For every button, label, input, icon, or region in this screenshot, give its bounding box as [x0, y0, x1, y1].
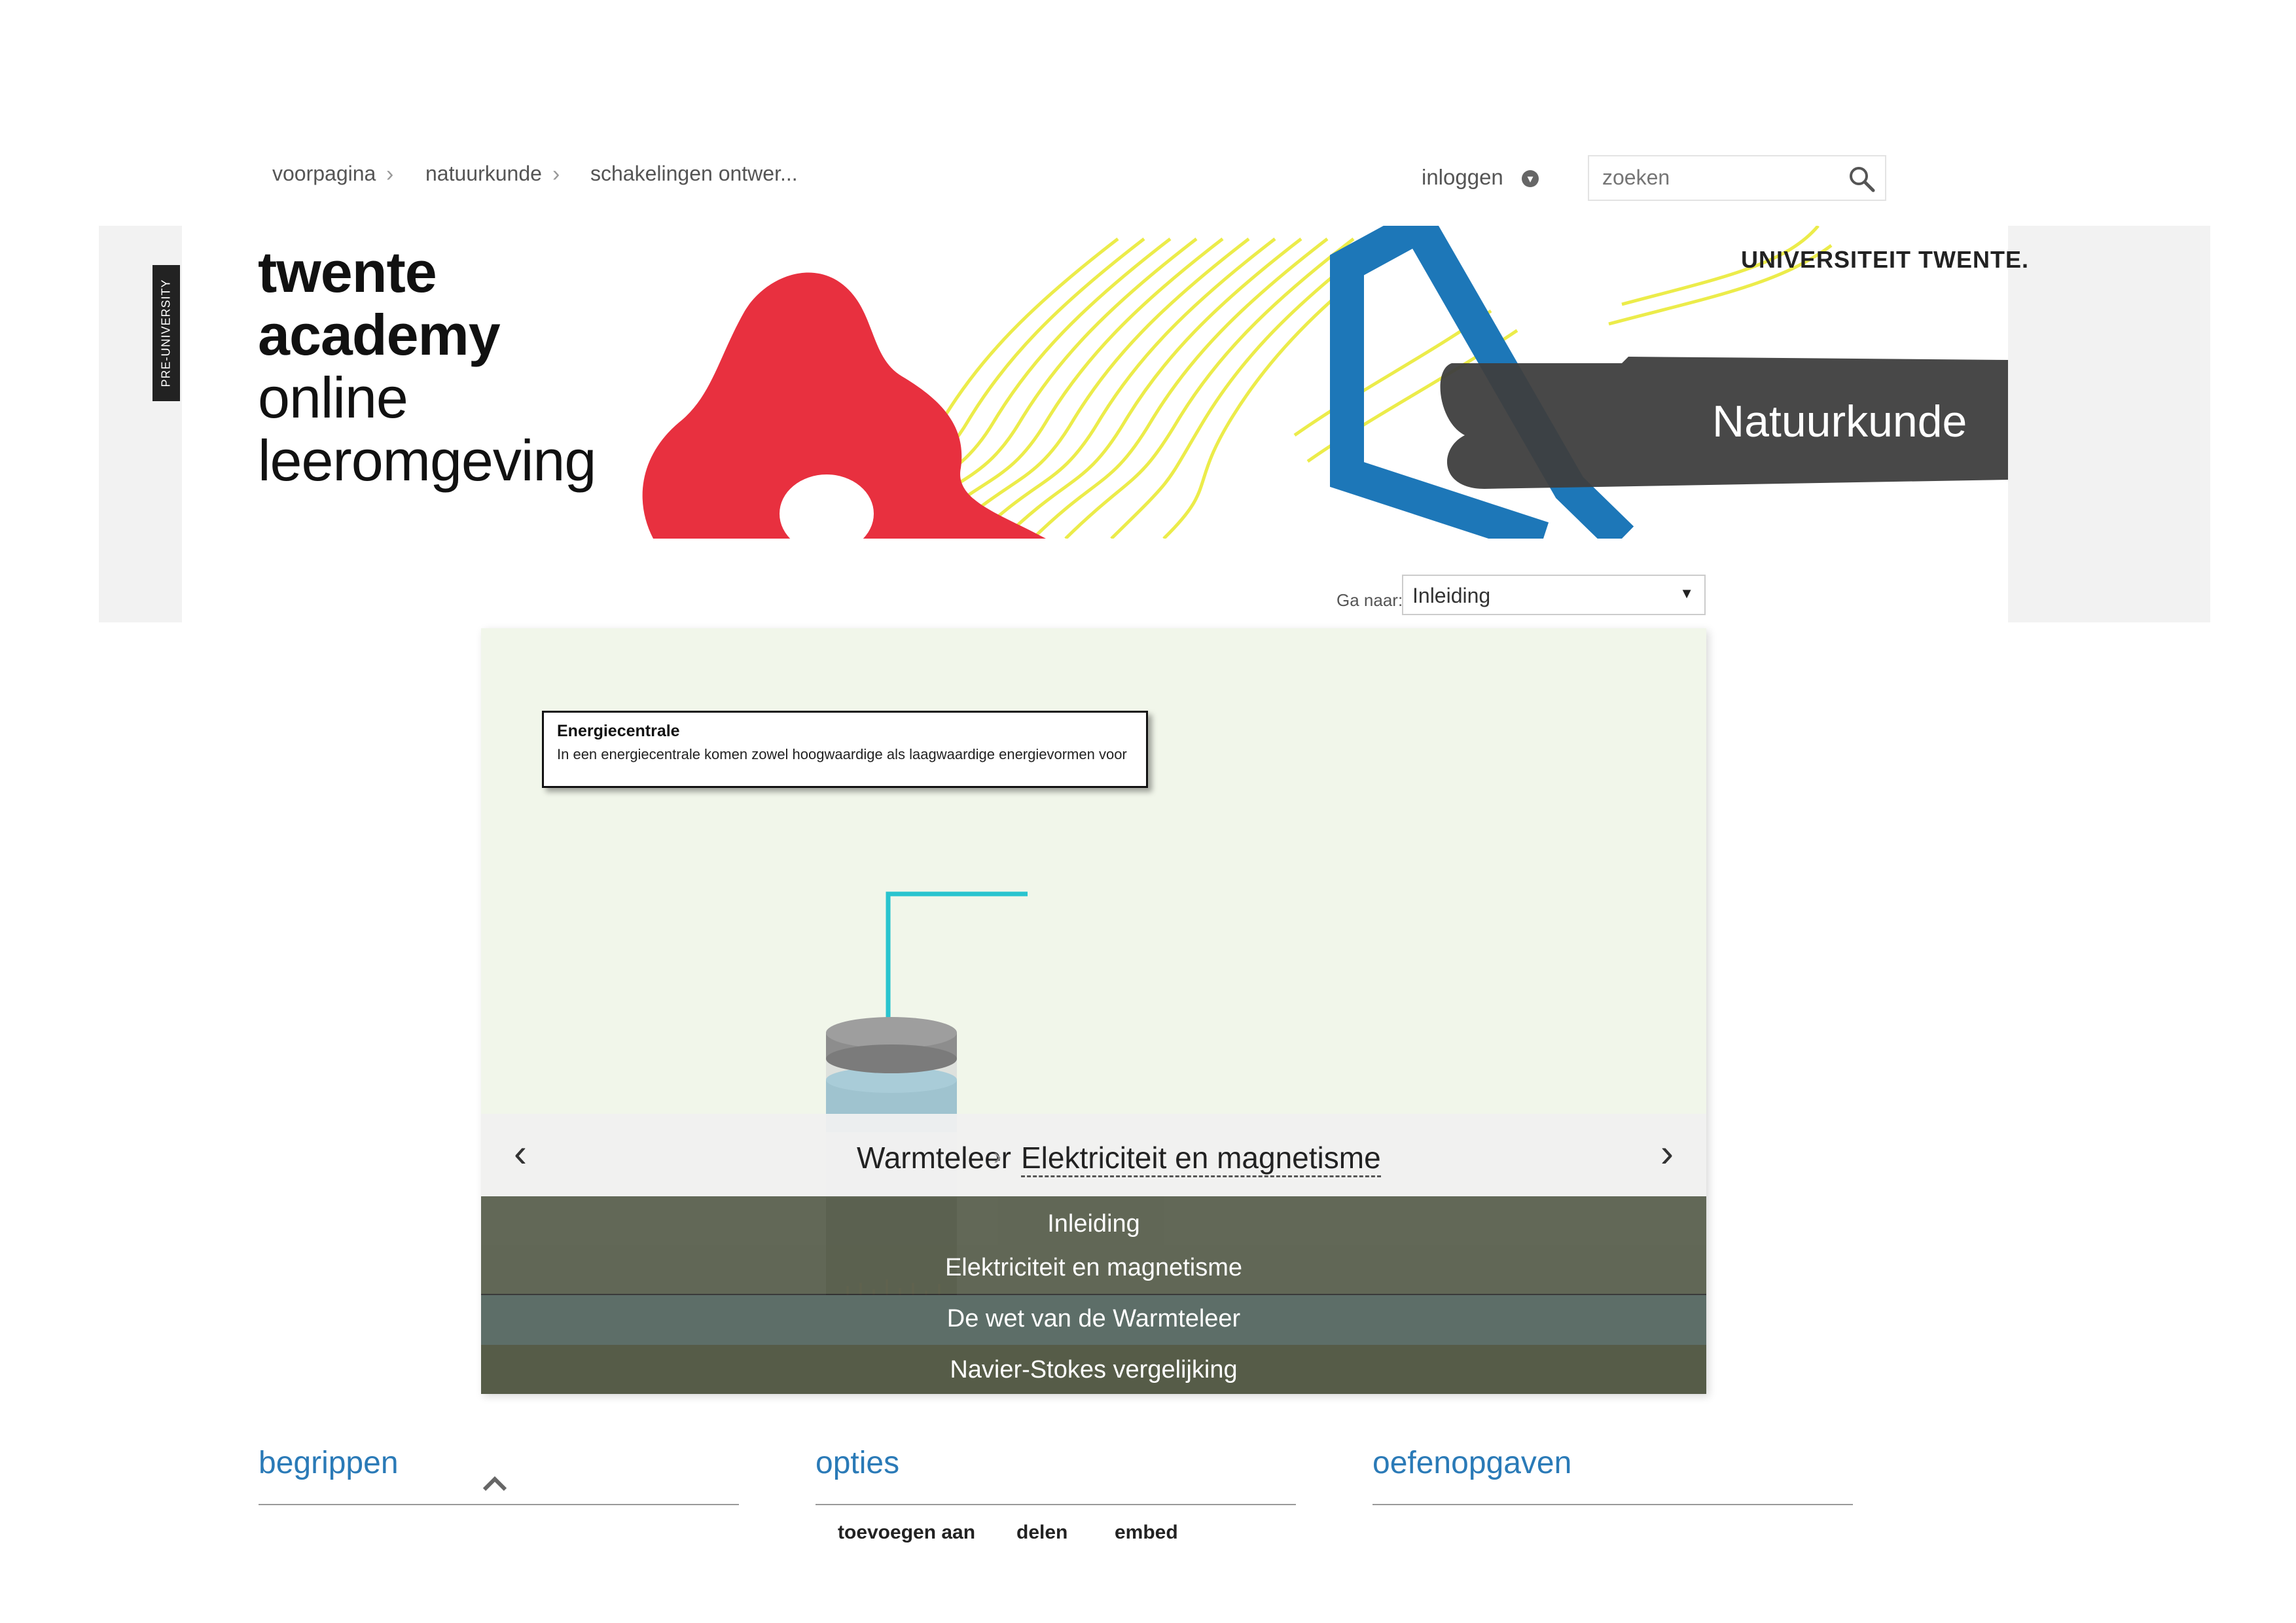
banner-lower-area [182, 539, 2008, 622]
section-title-oefenopgaven[interactable]: oefenopgaven [1372, 1445, 1571, 1481]
subject-title: Natuurkunde [1712, 397, 1967, 446]
university-logo: UNIVERSITEIT TWENTE. [1741, 246, 2030, 273]
goto-selected-value: Inleiding [1412, 584, 1491, 607]
section-title-begrippen[interactable]: begrippen [259, 1445, 399, 1481]
chevron-up-icon[interactable] [480, 1470, 509, 1499]
nav-crumb-warmteleer[interactable]: Warmteleer [857, 1140, 1011, 1175]
chevron-right-icon[interactable]: › [1660, 1133, 1674, 1173]
brand-title-line3: online [258, 365, 408, 430]
chevron-right-icon: › [994, 1143, 1001, 1169]
goto-label: Ga naar: [1336, 590, 1403, 610]
breadcrumb-natuurkunde[interactable]: natuurkunde [425, 162, 542, 186]
option-share[interactable]: delen [1016, 1522, 1067, 1544]
search-box [1588, 155, 1886, 201]
menu-item-warmteleer[interactable]: De wet van de Warmteleer [481, 1295, 1706, 1345]
brand-title-line2: academy [258, 302, 501, 367]
chevron-left-icon[interactable]: ‹ [514, 1133, 527, 1173]
breadcrumb-current[interactable]: schakelingen ontwer... [590, 162, 798, 186]
option-add-to[interactable]: toevoegen aan [838, 1522, 975, 1544]
section-title-opties[interactable]: opties [816, 1445, 899, 1481]
chapter-navbar: ‹ Warmteleer › Elektriciteit en magnetis… [481, 1114, 1706, 1196]
chevron-down-icon[interactable]: ▾ [1522, 170, 1539, 187]
option-embed[interactable]: embed [1115, 1522, 1178, 1544]
info-tooltip: Energiecentrale In een energiecentrale k… [542, 711, 1148, 788]
simulation-viewer[interactable]: Energiecentrale In een energiecentrale k… [481, 628, 1706, 1394]
divider [259, 1504, 739, 1505]
brand-title-line1: twente [258, 240, 437, 304]
login-link[interactable]: inloggen [1422, 165, 1503, 190]
chapter-menu: Inleiding Elektriciteit en magnetisme De… [481, 1196, 1706, 1394]
menu-item-navier-stokes[interactable]: Navier-Stokes vergelijking [481, 1345, 1706, 1394]
nav-crumb-elektriciteit[interactable]: Elektriciteit en magnetisme [1021, 1140, 1381, 1177]
menu-item-inleiding[interactable]: Inleiding [481, 1196, 1706, 1245]
search-icon[interactable] [1847, 164, 1876, 193]
divider [1372, 1504, 1853, 1505]
pre-university-tag: PRE-UNIVERSITY [152, 265, 180, 401]
goto-select[interactable]: Inleiding ▼ [1402, 575, 1706, 615]
tooltip-title: Energiecentrale [557, 722, 680, 740]
breadcrumb-voorpagina[interactable]: voorpagina [272, 162, 376, 186]
divider [816, 1504, 1296, 1505]
search-input[interactable] [1601, 156, 1839, 198]
menu-item-elektriciteit[interactable]: Elektriciteit en magnetisme [481, 1245, 1706, 1295]
brand-title-line4: leeromgeving [258, 428, 596, 493]
tooltip-body: In een energiecentrale komen zowel hoogw… [557, 746, 1127, 762]
chevron-right-icon: › [386, 162, 394, 187]
dropdown-arrow-icon: ▼ [1679, 585, 1694, 601]
chevron-right-icon: › [552, 162, 560, 187]
